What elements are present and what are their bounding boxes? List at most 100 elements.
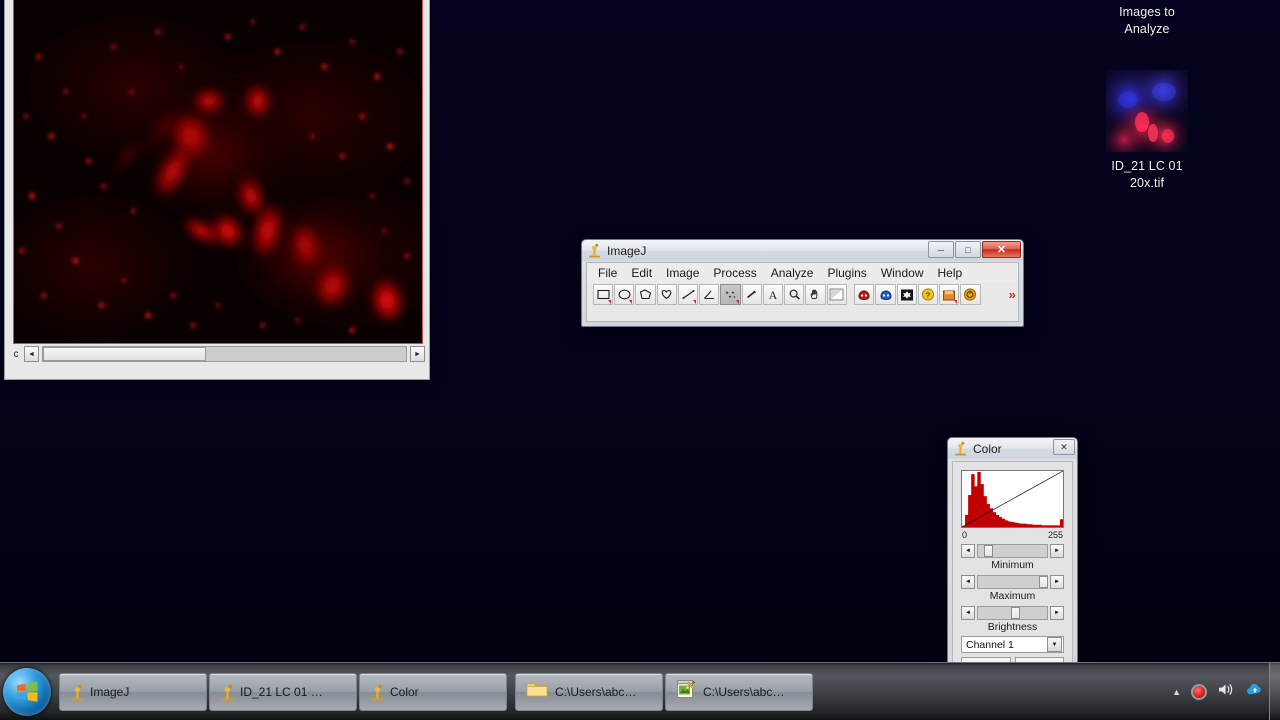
rectangle-tool-dropdown[interactable] <box>608 300 612 304</box>
channel-right-arrow[interactable]: ► <box>410 346 425 362</box>
microscope-icon <box>70 684 84 701</box>
menu-help[interactable]: Help <box>931 264 970 282</box>
brightness-thumb[interactable] <box>1011 607 1021 619</box>
volume-icon[interactable] <box>1217 682 1236 702</box>
chevron-down-icon[interactable]: ▼ <box>1047 637 1062 652</box>
desktop[interactable]: Images to Analyze ID_21 LC 01 20x.tif c … <box>0 0 1280 662</box>
close-icon[interactable]: ✕ <box>1053 439 1075 455</box>
maximum-left-arrow[interactable]: ◄ <box>961 575 975 589</box>
svg-text:?: ? <box>926 291 931 300</box>
menu-plugins[interactable]: Plugins <box>820 264 873 282</box>
point-tool[interactable] <box>720 284 741 305</box>
maximum-track[interactable] <box>977 575 1048 589</box>
desktop-icon-label-line1: Images to <box>1119 5 1175 19</box>
menu-edit[interactable]: Edit <box>624 264 659 282</box>
minimum-thumb[interactable] <box>983 545 993 557</box>
color-window[interactable]: Color ✕ 0 255 ◄ ► Minimum ◄ ► Maximum ◄ … <box>947 437 1078 662</box>
line-tool-dropdown[interactable] <box>693 300 697 304</box>
cell-counter-tool[interactable] <box>896 284 917 305</box>
point-tool-dropdown[interactable] <box>735 300 739 304</box>
maximum-right-arrow[interactable]: ► <box>1050 575 1064 589</box>
image-window[interactable]: c ◄ ► <box>4 0 430 380</box>
imagej-title-text: ImageJ <box>607 243 647 258</box>
devstain-red-tool[interactable] <box>854 284 875 305</box>
minimum-left-arrow[interactable]: ◄ <box>961 544 975 558</box>
taskbar-item-label: Color <box>390 684 419 699</box>
desktop-icon-tif-file[interactable]: ID_21 LC 01 20x.tif <box>1088 44 1206 192</box>
system-tray[interactable]: ▲ <box>1172 663 1280 720</box>
image-canvas[interactable] <box>13 0 423 344</box>
help-tool[interactable]: ? <box>917 284 939 305</box>
imagej-menubar[interactable]: File Edit Image Process Analyze Plugins … <box>587 263 1018 282</box>
minimum-right-arrow[interactable]: ► <box>1050 544 1064 558</box>
menu-process[interactable]: Process <box>706 264 763 282</box>
show-desktop-button[interactable] <box>1269 663 1280 720</box>
freehand-tool[interactable] <box>656 284 677 305</box>
rectangle-tool[interactable] <box>593 284 614 305</box>
maximum-label: Maximum <box>989 590 1036 602</box>
channel-track[interactable] <box>42 346 407 362</box>
brightness-left-arrow[interactable]: ◄ <box>961 606 975 620</box>
imagej-window-controls[interactable]: ─ □ ✕ <box>928 241 1021 258</box>
taskbar-item-imagej[interactable]: ImageJ <box>59 672 207 711</box>
desktop-icon-label-line2: 20x.tif <box>1129 176 1165 190</box>
polygon-tool[interactable] <box>635 284 656 305</box>
dropper-tool[interactable] <box>826 284 847 305</box>
magnifier-tool[interactable] <box>784 284 805 305</box>
taskbar[interactable]: ImageJ ID_21 LC 01 … Color C:\Users\abc…… <box>0 662 1280 720</box>
empty-tool-slot[interactable] <box>982 284 1002 305</box>
angle-tool[interactable] <box>699 284 720 305</box>
maximum-slider[interactable]: ◄ ► <box>961 575 1064 589</box>
close-button[interactable]: ✕ <box>982 241 1021 258</box>
more-tools-icon[interactable]: » <box>1009 287 1016 302</box>
menu-file[interactable]: File <box>591 264 624 282</box>
windows-logo-icon <box>17 681 38 702</box>
devstain-blue-tool[interactable] <box>875 284 896 305</box>
oval-tool-dropdown[interactable] <box>629 300 633 304</box>
menu-image[interactable]: Image <box>659 264 706 282</box>
channel-left-arrow[interactable]: ◄ <box>24 346 39 362</box>
channel-scrollbar[interactable]: c ◄ ► <box>11 345 425 363</box>
channel-select[interactable]: Channel 1 ▼ <box>961 636 1064 653</box>
color-title-bar[interactable]: Color ✕ <box>948 438 1077 459</box>
wand-tool[interactable] <box>741 284 762 305</box>
brightness-track[interactable] <box>977 606 1048 620</box>
brightness-right-arrow[interactable]: ► <box>1050 606 1064 620</box>
histogram-min-label: 0 <box>962 530 968 540</box>
minimum-track[interactable] <box>977 544 1048 558</box>
imagej-main-window[interactable]: ImageJ ─ □ ✕ File Edit Image Process Ana… <box>581 239 1024 327</box>
imagej-toolbar[interactable]: A ? » <box>587 282 1018 305</box>
desktop-icon-images-to-analyze[interactable]: Images to Analyze <box>1088 4 1206 38</box>
lut-tool[interactable] <box>939 284 960 305</box>
line-tool[interactable] <box>677 284 699 305</box>
start-button[interactable] <box>3 667 51 716</box>
color-window-controls[interactable]: ✕ <box>1053 439 1075 455</box>
minimum-slider[interactable]: ◄ ► <box>961 544 1064 558</box>
taskbar-item-image-window[interactable]: ID_21 LC 01 … <box>209 672 357 711</box>
hand-tool[interactable] <box>805 284 826 305</box>
channel-thumb[interactable] <box>43 347 207 361</box>
power-tool[interactable] <box>960 284 981 305</box>
menu-analyze[interactable]: Analyze <box>764 264 821 282</box>
desktop-icon-label-line2: Analyze <box>1124 22 1170 36</box>
brightness-slider[interactable]: ◄ ► <box>961 606 1064 620</box>
taskbar-item-label: C:\Users\abc… <box>703 684 785 699</box>
taskbar-item-explorer[interactable]: C:\Users\abc… <box>515 672 663 711</box>
oval-tool[interactable] <box>614 284 635 305</box>
taskbar-item-color-window[interactable]: Color <box>359 672 507 711</box>
notepad-icon <box>676 679 696 704</box>
show-hidden-icons-icon[interactable]: ▲ <box>1172 687 1181 697</box>
lut-tool-dropdown[interactable] <box>954 300 958 304</box>
text-tool[interactable]: A <box>762 284 784 305</box>
minimize-button[interactable]: ─ <box>928 241 954 258</box>
taskbar-item-label: ID_21 LC 01 … <box>240 684 323 699</box>
maximum-thumb[interactable] <box>1038 576 1048 588</box>
microscope-icon <box>588 243 601 258</box>
menu-window[interactable]: Window <box>874 264 931 282</box>
recording-indicator-icon[interactable] <box>1191 683 1207 700</box>
imagej-title-bar[interactable]: ImageJ ─ □ ✕ <box>582 240 1023 261</box>
maximize-button[interactable]: □ <box>955 241 981 258</box>
onedrive-icon[interactable] <box>1246 682 1264 702</box>
taskbar-items[interactable]: ImageJ ID_21 LC 01 … Color C:\Users\abc…… <box>59 672 813 711</box>
taskbar-item-editor[interactable]: C:\Users\abc… <box>665 672 813 711</box>
